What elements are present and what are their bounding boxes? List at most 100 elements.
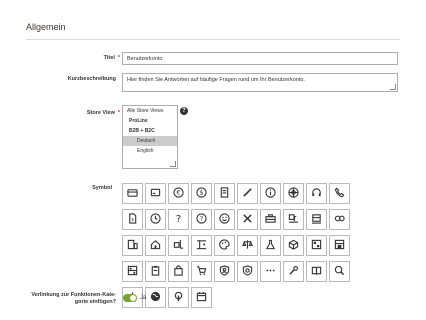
smiley-icon [219,211,230,229]
symbol-option[interactable] [214,183,235,204]
symbol-option[interactable]: € [168,183,189,204]
symbol-option[interactable] [329,183,350,204]
svg-text:€: € [176,188,180,196]
help-icon[interactable]: ? [180,107,188,115]
document-icon: $ [127,211,138,229]
symbol-option[interactable] [306,209,327,230]
scale-icon [242,237,253,255]
symbol-option[interactable] [168,287,189,308]
symbol-option[interactable] [191,287,212,308]
svg-text:$: $ [131,216,134,222]
delivery-icon [288,211,299,229]
store-view-option: ProLine [129,118,148,124]
symbol-option[interactable] [283,261,304,282]
shield-user-icon [219,263,230,281]
symbol-option[interactable] [237,183,258,204]
symbol-option[interactable]: $ [191,183,212,204]
store-view-option[interactable]: Alle Store Views [123,106,177,116]
symbol-option[interactable] [214,235,235,256]
symbol-option[interactable] [306,261,327,282]
dots-icon [265,263,276,281]
symbol-option[interactable] [283,209,304,230]
book-icon [311,263,322,281]
symbol-option[interactable] [283,183,304,204]
store-view-select[interactable]: Alle Store Views ProLine B2B + B2C Deutsch E… [122,105,178,169]
symbol-option[interactable] [306,183,327,204]
store-view-label: Store View * [86,110,120,116]
symbol-option[interactable] [260,261,281,282]
clock-icon [150,211,161,229]
info-icon [265,185,276,203]
shopping-bag-icon [173,263,184,281]
symbol-label: Symbol [92,185,112,191]
symbol-option[interactable] [168,235,189,256]
symbol-option[interactable] [145,235,166,256]
symbol-option[interactable]: ? [168,209,189,230]
store-view-option: B2B + B2C [129,128,155,134]
flask-icon [265,237,276,255]
symbol-option[interactable] [122,235,143,256]
symbol-option[interactable] [145,209,166,230]
symbol-option[interactable] [191,235,212,256]
invoice-icon [219,185,230,203]
symbol-option[interactable] [260,209,281,230]
help-circle-icon: ? [196,211,207,229]
clipboard-icon [150,263,161,281]
resize-handle[interactable] [390,84,396,90]
symbol-option[interactable] [122,261,143,282]
tools-icon [242,211,253,229]
globe-icon [150,289,161,307]
packages-icon [311,237,322,255]
parcels-icon [334,211,345,229]
symbol-option[interactable] [329,235,350,256]
symbol-option[interactable] [283,235,304,256]
cube-icon [288,237,299,255]
svg-text:$: $ [199,188,203,196]
resize-handle[interactable] [170,161,176,167]
euro-icon: € [173,185,184,203]
link-label-line2: gorie einfügen? [74,299,116,305]
palette-icon [219,237,230,255]
symbol-option[interactable]: $ [122,209,143,230]
svg-text:?: ? [200,214,203,222]
link-toggle-label: Verlinkung zur Funktionen-Kate- gorie ei… [20,292,116,306]
warehouse-icon [334,237,345,255]
symbol-option[interactable] [214,261,235,282]
phone-icon [334,185,345,203]
symbol-option[interactable] [145,287,166,308]
symbol-option[interactable] [237,209,258,230]
summary-label: Kurzbeschreibung [67,76,116,82]
crane-icon [196,237,207,255]
symbol-option[interactable] [122,183,143,204]
symbol-option[interactable] [168,261,189,282]
title-input[interactable]: Benutzerkonto [122,52,398,65]
symbol-option[interactable] [145,261,166,282]
question-icon: ? [173,211,184,229]
home-icon [150,237,161,255]
link-toggle-switch[interactable] [123,294,137,302]
store-view-option[interactable]: English [123,146,177,156]
link-toggle-value: Ja [140,295,147,301]
pencil-icon [242,185,253,203]
symbol-option[interactable]: ? [191,209,212,230]
cart-icon [196,263,207,281]
symbol-option[interactable] [237,261,258,282]
forklift-icon [173,237,184,255]
symbol-option[interactable] [329,261,350,282]
symbol-option[interactable] [191,261,212,282]
store-view-option[interactable]: Deutsch [123,136,177,146]
shelf-icon [127,263,138,281]
summary-textarea[interactable]: Hier finden Sie Antworten auf häufige Fr… [122,73,398,92]
toggle-knob [130,295,136,301]
symbol-option[interactable] [145,183,166,204]
title-label: Titel * [103,55,120,61]
credit-card-icon [127,185,138,203]
symbol-option[interactable] [306,235,327,256]
symbol-option[interactable] [214,209,235,230]
shipping-box-icon [311,211,322,229]
symbol-option[interactable] [260,183,281,204]
symbol-option[interactable] [237,235,258,256]
symbol-option[interactable] [260,235,281,256]
wrench-icon [288,263,299,281]
symbol-option[interactable] [329,209,350,230]
